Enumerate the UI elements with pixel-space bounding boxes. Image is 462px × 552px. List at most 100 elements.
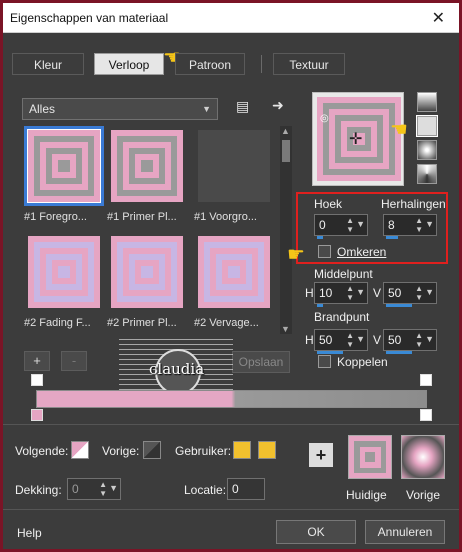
style-sunburst-button[interactable]: [417, 164, 437, 184]
style-linear-button[interactable]: [417, 92, 437, 112]
center-v-slider[interactable]: [386, 304, 412, 307]
repeats-label: Herhalingen: [381, 197, 446, 211]
gradient-swatch: [27, 129, 101, 203]
gradient-swatch: [28, 236, 100, 308]
title-bar: Eigenschappen van materiaal ✕: [3, 3, 459, 33]
focal-point-icon[interactable]: ◎: [320, 113, 329, 124]
close-icon[interactable]: ✕: [432, 8, 445, 28]
repeats-value: 8: [388, 218, 395, 232]
tab-divider: [261, 55, 262, 73]
help-link[interactable]: Help: [17, 526, 42, 540]
opacity-label: Dekking:: [15, 483, 62, 497]
chevron-down-icon[interactable]: ▼: [425, 334, 434, 344]
focal-h-slider[interactable]: [317, 351, 343, 354]
scroll-up-icon[interactable]: ▲: [281, 126, 290, 136]
scroll-thumb[interactable]: [282, 140, 290, 162]
gradient-marker-top-right[interactable]: [420, 374, 432, 386]
focal-h-input[interactable]: 50 ▲ ▼ ▼: [314, 329, 368, 354]
location-input[interactable]: 0: [227, 478, 265, 500]
previous-gradient-swatch[interactable]: [401, 435, 445, 479]
spinner-icon[interactable]: ▲ ▼: [415, 331, 423, 349]
hand-pointer-icon: ☚: [390, 119, 408, 141]
chevron-down-icon[interactable]: ▼: [356, 219, 365, 229]
chevron-down-icon: ▼: [202, 104, 211, 114]
chevron-down-icon[interactable]: ▼: [109, 483, 118, 493]
gradient-thumb-label: #1 Voorgro...: [194, 211, 257, 223]
chevron-down-icon[interactable]: ▼: [356, 334, 365, 344]
focal-label: Brandpunt: [314, 310, 370, 324]
add-gradient-button[interactable]: +: [24, 351, 50, 371]
angle-label: Hoek: [314, 197, 343, 211]
next-label: Volgende:: [15, 444, 69, 458]
gradient-stop-left[interactable]: [31, 409, 43, 421]
user-swatch-2[interactable]: [258, 441, 276, 459]
scroll-down-icon[interactable]: ▼: [281, 324, 290, 334]
ok-button[interactable]: OK: [276, 520, 356, 544]
angle-slider[interactable]: [317, 236, 323, 239]
angle-input[interactable]: 0 ▲ ▼ ▼: [314, 214, 368, 239]
spinner-icon[interactable]: ▲ ▼: [415, 216, 423, 234]
angle-value: 0: [319, 218, 326, 232]
spinner-icon[interactable]: ▲ ▼: [346, 216, 354, 234]
prev-swatch[interactable]: [143, 441, 161, 459]
current-gradient-swatch[interactable]: [348, 435, 392, 479]
gradient-thumb[interactable]: [107, 126, 187, 206]
focal-h-value: 50: [319, 333, 333, 347]
style-rectangular-button[interactable]: [416, 115, 438, 137]
tab-verloop[interactable]: Verloop: [94, 53, 164, 75]
gradient-thumb[interactable]: [194, 232, 274, 312]
focal-v-slider[interactable]: [386, 351, 412, 354]
user-label: Gebruiker:: [175, 444, 232, 458]
user-swatch-1[interactable]: [233, 441, 251, 459]
gradient-thumb[interactable]: [24, 232, 104, 312]
chevron-down-icon[interactable]: ▼: [425, 287, 434, 297]
style-radial-button[interactable]: [417, 140, 437, 160]
center-h-input[interactable]: 10 ▲ ▼ ▼: [314, 282, 368, 307]
tab-textuur[interactable]: Textuur: [273, 53, 345, 75]
focal-h-label: H: [305, 333, 314, 347]
gradient-thumb-label: #1 Foregro...: [24, 211, 87, 223]
link-label: Koppelen: [337, 355, 388, 369]
cancel-button[interactable]: Annuleren: [365, 520, 445, 544]
gradient-thumb-label: #2 Primer Pl...: [107, 317, 177, 329]
focal-v-value: 50: [388, 333, 402, 347]
focal-v-label: V: [373, 333, 382, 347]
remove-gradient-button[interactable]: -: [61, 351, 87, 371]
repeats-input[interactable]: 8 ▲ ▼ ▼: [383, 214, 437, 239]
repeats-slider[interactable]: [386, 236, 398, 239]
link-checkbox[interactable]: [318, 355, 331, 368]
save-button[interactable]: Opslaan: [232, 351, 290, 373]
chevron-down-icon[interactable]: ▼: [425, 219, 434, 229]
add-swatch-button[interactable]: +: [309, 443, 333, 467]
spinner-icon[interactable]: ▲ ▼: [99, 480, 107, 498]
prev-label: Vorige:: [102, 444, 140, 458]
book-icon[interactable]: ▤: [236, 98, 249, 115]
invert-label: Omkeren: [337, 245, 387, 259]
center-h-slider[interactable]: [317, 304, 323, 307]
gradient-marker-top-left[interactable]: [31, 374, 43, 386]
focal-v-input[interactable]: 50 ▲ ▼ ▼: [383, 329, 437, 354]
spinner-icon[interactable]: ▲ ▼: [346, 284, 354, 302]
tab-patroon[interactable]: Patroon: [175, 53, 245, 75]
spinner-icon[interactable]: ▲ ▼: [415, 284, 423, 302]
next-swatch[interactable]: [71, 441, 89, 459]
center-h-value: 10: [319, 286, 333, 300]
tab-kleur[interactable]: Kleur: [12, 53, 84, 75]
gradient-thumb[interactable]: [24, 126, 104, 206]
gradient-thumb[interactable]: [194, 126, 274, 206]
dialog-footer: Help OK Annuleren: [3, 509, 459, 549]
spinner-icon[interactable]: ▲ ▼: [346, 331, 354, 349]
opacity-input[interactable]: 0 ▲ ▼ ▼: [67, 478, 121, 500]
thumbnail-scrollbar[interactable]: ▲ ▼: [280, 126, 292, 334]
gradient-bar[interactable]: [36, 390, 427, 408]
gradient-swatch: [198, 130, 270, 202]
chevron-down-icon[interactable]: ▼: [356, 287, 365, 297]
gradient-stop-right[interactable]: [420, 409, 432, 421]
category-select[interactable]: Alles ▼: [22, 98, 218, 120]
invert-checkbox[interactable]: [318, 245, 331, 258]
gradient-thumb[interactable]: [107, 232, 187, 312]
opacity-value: 0: [72, 482, 79, 496]
center-v-value: 50: [388, 286, 402, 300]
arrow-right-icon[interactable]: ➜: [272, 97, 284, 114]
center-v-input[interactable]: 50 ▲ ▼ ▼: [383, 282, 437, 307]
